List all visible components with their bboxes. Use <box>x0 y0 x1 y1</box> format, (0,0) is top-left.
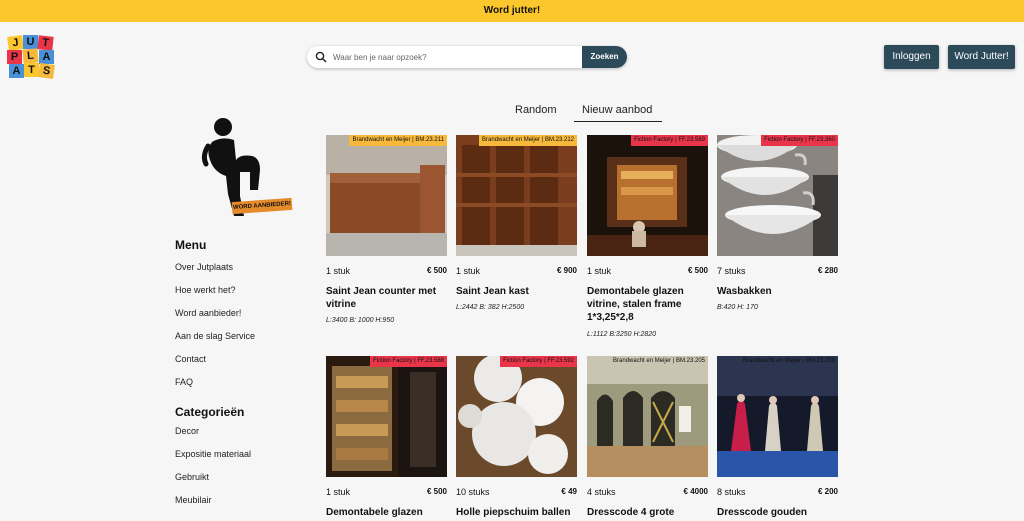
supplier-tag: Brandwacht en Meijer | BM.23.208 <box>743 358 835 364</box>
menu-heading: Menu <box>175 238 207 252</box>
product-code: BM.23.211 <box>415 137 444 143</box>
supplier-tag: Brandwacht en Meijer | BM.23.212 <box>479 135 577 146</box>
product-title[interactable]: Demontabele glazen <box>326 506 447 519</box>
logo-letter: L <box>22 48 39 64</box>
sidebar-item-contact[interactable]: Contact <box>175 352 305 375</box>
product-image[interactable] <box>717 356 838 477</box>
product-code: FF.23.360 <box>808 137 835 143</box>
sidebar-item-faq[interactable]: FAQ <box>175 375 305 398</box>
product-dimensions: L:3400 B: 1000 H:950 <box>326 317 395 324</box>
product-dimensions: L:1112 B:3250 H:2820 <box>587 331 657 338</box>
product-image[interactable] <box>326 356 447 477</box>
supplier-tag: Fiction Factory | FF.23.588 <box>370 356 447 367</box>
supplier-name: Brandwacht en Meijer <box>482 137 541 143</box>
supplier-tag: Brandwacht en Meijer | BM.23.211 <box>349 135 447 146</box>
product-quantity: 7 stuks <box>717 266 746 276</box>
category-item-expositie-materiaal[interactable]: Expositie materiaal <box>175 447 305 470</box>
active-tab-underline <box>574 121 662 122</box>
tab-new-offers[interactable]: Nieuw aanbod <box>582 104 652 116</box>
sidebar-item-aan-de-slag-service[interactable]: Aan de slag Service <box>175 329 305 352</box>
product-price: € 280 <box>817 266 838 275</box>
supplier-tag: Fiction Factory | FF.23.360 <box>761 135 838 146</box>
logo-letter: S <box>38 63 55 79</box>
product-image[interactable] <box>326 135 447 256</box>
search-bar: Zoeken <box>307 46 627 68</box>
supplier-name: Brandwacht en Meijer <box>352 137 411 143</box>
product-price: € 49 <box>561 487 577 496</box>
product-title[interactable]: Saint Jean kast <box>456 285 577 298</box>
product-dimensions: B:420 H: 170 <box>717 304 758 311</box>
logo-letter: A <box>39 50 54 64</box>
product-image[interactable] <box>717 135 838 256</box>
jutplaats-logo[interactable]: J U T P L A A T S <box>6 34 55 79</box>
product-code: FF.23.588 <box>417 358 444 364</box>
logo-letter: U <box>23 35 38 49</box>
product-price: € 900 <box>556 266 577 275</box>
product-title[interactable]: Wasbakken <box>717 285 838 298</box>
product-quantity: 1 stuk <box>587 266 612 276</box>
product-quantity: 1 stuk <box>456 266 481 276</box>
product-code: BM.23.212 <box>544 137 574 143</box>
supplier-name: Fiction Factory <box>503 358 543 364</box>
supplier-tag: Fiction Factory | FF.23.589 <box>631 135 708 146</box>
logo-letter: T <box>37 35 54 51</box>
sidebar-item-hoe-werkt-het[interactable]: Hoe werkt het? <box>175 283 305 306</box>
product-price: € 500 <box>426 487 447 496</box>
become-jutter-button[interactable]: Word Jutter! <box>948 45 1015 69</box>
product-image[interactable] <box>456 135 577 256</box>
search-button[interactable]: Zoeken <box>582 46 627 68</box>
product-quantity: 1 stuk <box>326 266 351 276</box>
product-quantity: 8 stuks <box>717 487 746 497</box>
product-price: € 200 <box>817 487 838 496</box>
word-aanbieder-illustration[interactable]: WORD AANBIEDER! <box>200 116 296 220</box>
category-item-gebruikt[interactable]: Gebruikt <box>175 470 305 493</box>
sidebar-item-over-jutplaats[interactable]: Over Jutplaats <box>175 260 305 283</box>
product-title[interactable]: Saint Jean counter met vitrine <box>326 285 447 311</box>
tab-random[interactable]: Random <box>515 104 557 116</box>
supplier-tag: Brandwacht en Meijer | BM.23.205 <box>613 358 705 364</box>
product-price: € 4000 <box>683 487 708 496</box>
product-dimensions: L:2442 B: 382 H:2500 <box>456 304 525 311</box>
product-price: € 500 <box>426 266 447 275</box>
product-title[interactable]: Dresscode 4 grote <box>587 506 708 519</box>
product-quantity: 4 stuks <box>587 487 616 497</box>
product-quantity: 1 stuk <box>326 487 351 497</box>
product-code: FF.23.589 <box>678 137 705 143</box>
sidebar: Menu Over Jutplaats Hoe werkt het? Word … <box>175 235 305 516</box>
search-input[interactable] <box>333 49 573 65</box>
product-image[interactable] <box>587 356 708 477</box>
category-item-meubilair[interactable]: Meubilair <box>175 493 305 516</box>
supplier-name: Fiction Factory <box>373 358 413 364</box>
login-button[interactable]: Inloggen <box>884 45 939 69</box>
category-item-decor[interactable]: Decor <box>175 424 305 447</box>
product-price: € 500 <box>687 266 708 275</box>
product-title[interactable]: Dresscode gouden <box>717 506 838 519</box>
supplier-tag: Fiction Factory | FF.23.592 <box>500 356 577 367</box>
product-quantity: 10 stuks <box>456 487 490 497</box>
announcement-bar[interactable]: Word jutter! <box>0 0 1024 22</box>
supplier-name: Brandwacht en Meijer <box>743 358 802 364</box>
logo-letter: J <box>7 35 24 51</box>
product-code: BM.23.208 <box>805 358 835 364</box>
listing-tabs: Random Nieuw aanbod <box>505 100 665 124</box>
product-code: FF.23.592 <box>547 358 574 364</box>
supplier-name: Brandwacht en Meijer <box>613 358 672 364</box>
logo-letter: T <box>24 63 39 77</box>
product-title[interactable]: Demontabele glazen vitrine, stalen frame… <box>587 285 708 324</box>
categories-heading: Categorieën <box>175 405 245 419</box>
product-image[interactable] <box>587 135 708 256</box>
product-code: BM.23.205 <box>675 358 705 364</box>
product-title[interactable]: Holle piepschuim ballen <box>456 506 577 519</box>
product-image[interactable] <box>456 356 577 477</box>
sidebar-item-word-aanbieder[interactable]: Word aanbieder! <box>175 306 305 329</box>
logo-letter: P <box>7 50 22 64</box>
logo-letter: A <box>9 64 24 78</box>
supplier-name: Fiction Factory <box>634 137 674 143</box>
supplier-name: Fiction Factory <box>764 137 804 143</box>
search-icon <box>315 51 327 63</box>
